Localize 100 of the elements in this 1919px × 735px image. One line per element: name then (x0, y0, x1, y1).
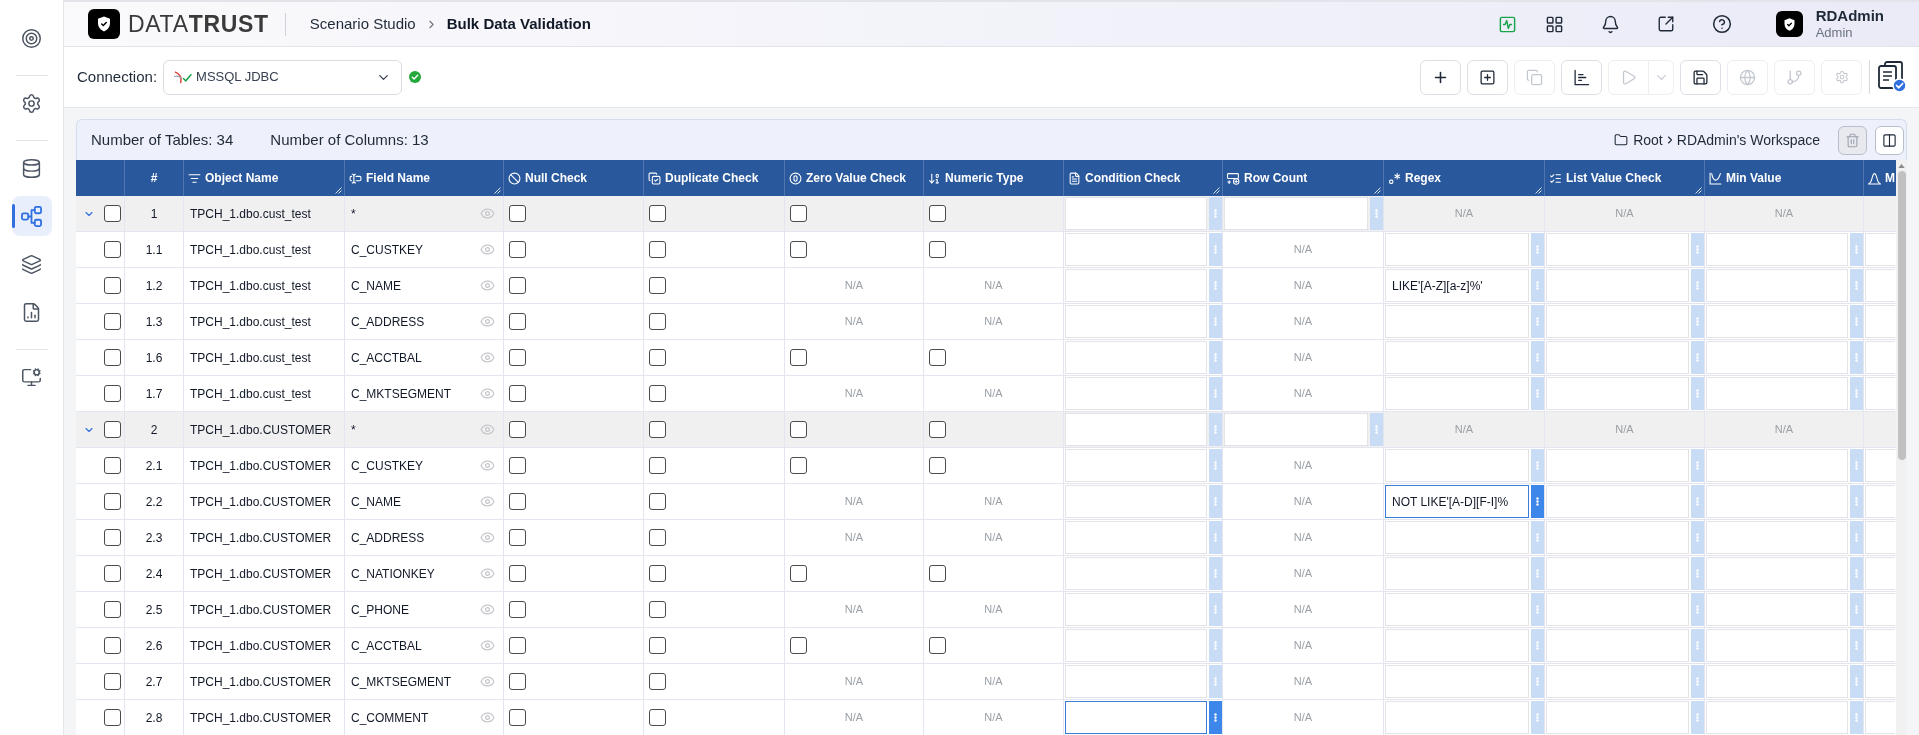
checkbox[interactable] (649, 421, 666, 438)
checkbox[interactable] (790, 241, 807, 258)
checkbox[interactable] (509, 313, 526, 330)
scrollbar-thumb[interactable] (1897, 171, 1906, 460)
checkbox[interactable] (649, 673, 666, 690)
options-button[interactable] (1850, 629, 1863, 662)
options-button[interactable] (1209, 593, 1222, 626)
options-button[interactable] (1691, 449, 1704, 482)
options-button[interactable] (1209, 629, 1222, 662)
options-button[interactable] (1691, 593, 1704, 626)
options-button[interactable] (1850, 485, 1863, 518)
options-button[interactable] (1531, 233, 1544, 266)
checkbox[interactable] (509, 277, 526, 294)
options-button[interactable] (1850, 305, 1863, 338)
workspace-path-item[interactable]: RDAdmin's Workspace (1676, 129, 1820, 151)
checkbox[interactable] (509, 349, 526, 366)
eye-icon[interactable] (480, 530, 495, 545)
resize-grip-icon[interactable] (1213, 187, 1220, 194)
options-button[interactable] (1691, 557, 1704, 590)
options-button[interactable] (1531, 557, 1544, 590)
sidebar-item[interactable] (11, 196, 52, 236)
checkbox[interactable] (104, 241, 121, 258)
checkbox[interactable] (104, 313, 121, 330)
options-button[interactable] (1850, 233, 1863, 266)
checkbox[interactable] (509, 565, 526, 582)
checkbox[interactable] (104, 205, 121, 222)
options-button[interactable] (1531, 305, 1544, 338)
checkbox[interactable] (929, 421, 946, 438)
options-button[interactable] (1531, 701, 1544, 734)
chart-button[interactable] (1561, 59, 1602, 95)
shield-avatar-icon[interactable] (1775, 11, 1803, 37)
options-button[interactable] (1209, 665, 1222, 698)
checkbox[interactable] (104, 565, 121, 582)
options-button[interactable] (1209, 521, 1222, 554)
eye-icon[interactable] (480, 350, 495, 365)
eye-icon[interactable] (480, 494, 495, 509)
options-button[interactable] (1209, 233, 1222, 266)
options-button[interactable] (1850, 341, 1863, 374)
options-button[interactable] (1691, 269, 1704, 302)
checkbox[interactable] (649, 493, 666, 510)
eye-icon[interactable] (480, 278, 495, 293)
eye-icon[interactable] (480, 674, 495, 689)
checkbox[interactable] (104, 709, 121, 726)
options-button[interactable] (1209, 449, 1222, 482)
workspace-path-item[interactable]: Root (1633, 129, 1663, 151)
options-button[interactable] (1691, 485, 1704, 518)
checkbox[interactable] (649, 205, 666, 222)
checkbox[interactable] (104, 637, 121, 654)
checkbox[interactable] (929, 637, 946, 654)
add-section-button[interactable] (1467, 59, 1508, 95)
help-icon[interactable] (1711, 14, 1732, 34)
checkbox[interactable] (509, 529, 526, 546)
options-button[interactable] (1370, 413, 1383, 446)
checkbox[interactable] (509, 637, 526, 654)
eye-icon[interactable] (480, 458, 495, 473)
eye-icon[interactable] (480, 638, 495, 653)
options-button[interactable] (1209, 413, 1222, 446)
grid-icon[interactable] (1544, 14, 1564, 34)
checkbox[interactable] (104, 385, 121, 402)
options-button[interactable] (1691, 701, 1704, 734)
checkbox[interactable] (649, 457, 666, 474)
external-link-icon[interactable] (1656, 15, 1675, 33)
checkbox[interactable] (649, 637, 666, 654)
eye-icon[interactable] (480, 242, 495, 257)
checkbox[interactable] (649, 709, 666, 726)
resize-grip-icon[interactable] (1535, 187, 1542, 194)
checkbox[interactable] (929, 565, 946, 582)
input-field[interactable] (1065, 701, 1207, 734)
checkbox[interactable] (104, 673, 121, 690)
eye-icon[interactable] (480, 314, 495, 329)
checkbox[interactable] (509, 709, 526, 726)
checkbox[interactable] (790, 205, 807, 222)
checkbox[interactable] (649, 385, 666, 402)
checkbox[interactable] (929, 241, 946, 258)
scrollbar[interactable] (1896, 160, 1907, 735)
options-button[interactable] (1531, 269, 1544, 302)
checkbox[interactable] (649, 565, 666, 582)
checkbox[interactable] (104, 421, 121, 438)
checkbox[interactable] (929, 349, 946, 366)
eye-icon[interactable] (480, 710, 495, 725)
checkbox[interactable] (929, 205, 946, 222)
checkbox[interactable] (649, 277, 666, 294)
connection-select[interactable]: MSSQL JDBC (163, 59, 403, 95)
checkbox[interactable] (104, 493, 121, 510)
checkbox[interactable] (790, 349, 807, 366)
checkbox[interactable] (649, 601, 666, 618)
options-button[interactable] (1691, 629, 1704, 662)
checkbox[interactable] (790, 637, 807, 654)
options-button[interactable] (1209, 377, 1222, 410)
options-button[interactable] (1691, 305, 1704, 338)
checkbox[interactable] (649, 529, 666, 546)
eye-icon[interactable] (480, 206, 495, 221)
options-button[interactable] (1531, 593, 1544, 626)
resize-grip-icon[interactable] (1374, 187, 1381, 194)
options-button[interactable] (1531, 485, 1544, 518)
options-button[interactable] (1209, 557, 1222, 590)
options-button[interactable] (1850, 377, 1863, 410)
options-button[interactable] (1691, 665, 1704, 698)
options-button[interactable] (1691, 233, 1704, 266)
add-button[interactable] (1420, 59, 1461, 95)
